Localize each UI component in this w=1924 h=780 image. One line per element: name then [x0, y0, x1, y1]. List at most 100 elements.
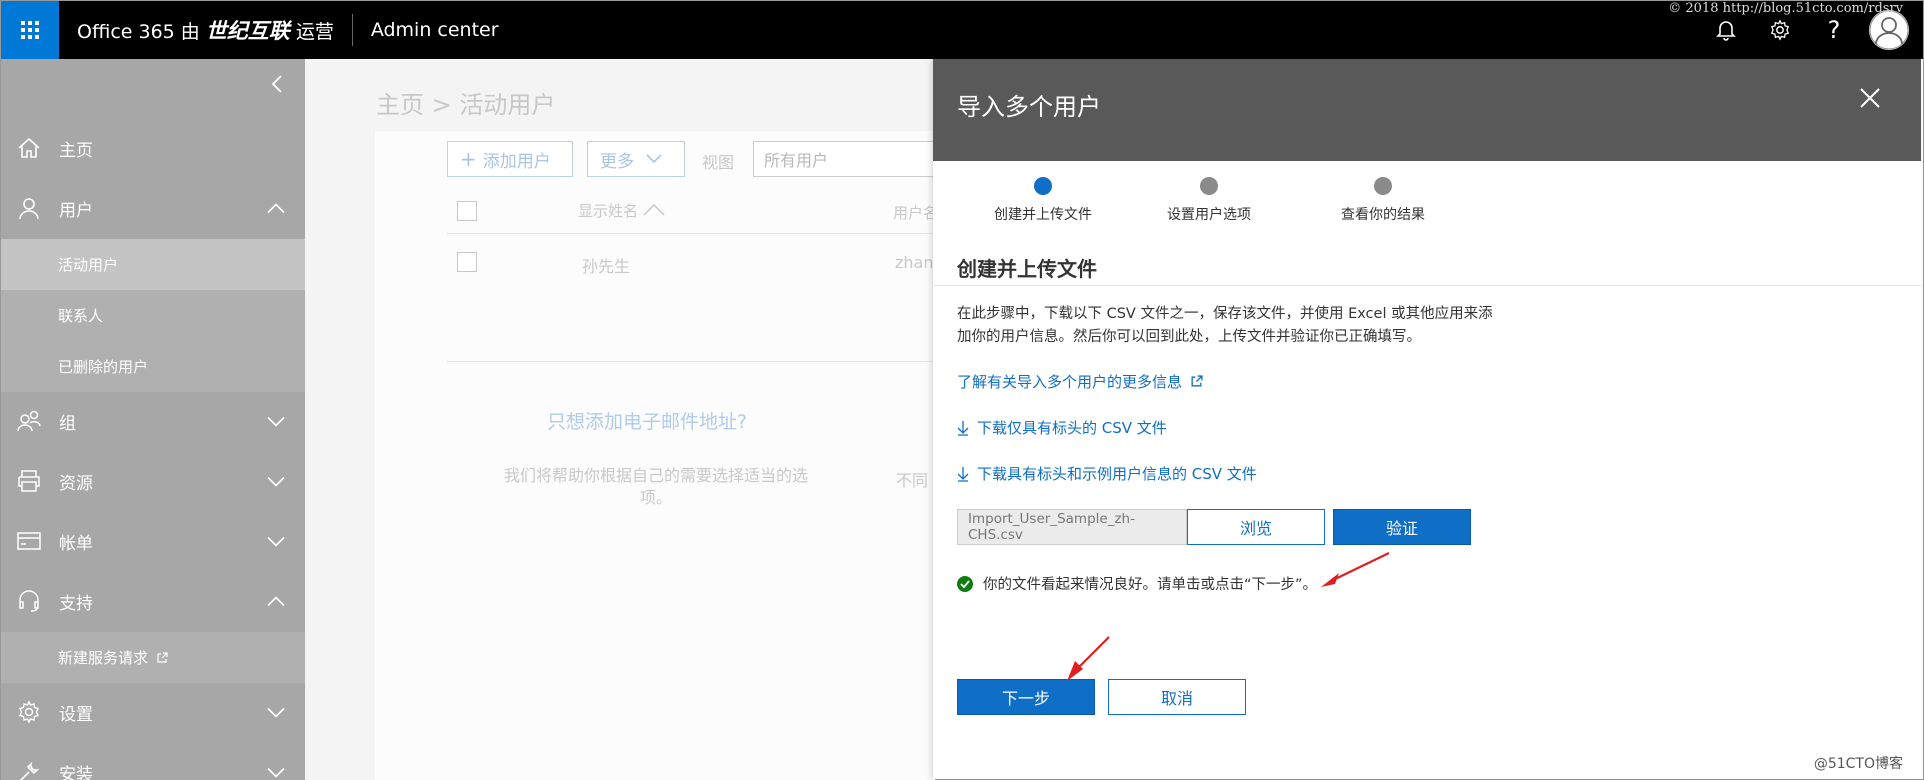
sidebar-item-groups[interactable]: 组 [1, 392, 305, 450]
step-indicator-active [1034, 177, 1052, 195]
sidebar-item-label: 主页 [59, 140, 93, 161]
promo-description-line: 我们将帮助你根据自己的需要选择适当的选 [503, 466, 808, 485]
add-user-button[interactable]: + 添加用户 [447, 141, 573, 177]
wrench-icon [15, 760, 43, 780]
sidebar-subitem-new-service-request[interactable]: 新建服务请求 [1, 632, 305, 683]
plus-icon: + [460, 147, 477, 171]
top-bar: Office 365 由 世纪互联 运营 Admin center ? © 20… [1, 1, 1923, 59]
chevron-up-icon [267, 199, 285, 218]
more-label: 更多 [600, 151, 634, 172]
add-user-label: 添加用户 [482, 151, 551, 172]
sidebar-item-resources[interactable]: 资源 [1, 452, 305, 510]
person-icon [1869, 10, 1909, 50]
close-icon [1860, 88, 1880, 108]
chevron-left-icon [271, 75, 282, 93]
step-view-results: 查看你的结果 [1328, 177, 1438, 224]
chevron-down-icon [646, 154, 662, 164]
topbar-divider [351, 14, 353, 46]
cancel-button[interactable]: 取消 [1108, 679, 1246, 715]
card-icon [15, 531, 43, 551]
verify-button[interactable]: 验证 [1333, 509, 1471, 545]
app-launcher-button[interactable] [1, 1, 59, 59]
download-sample-csv-link[interactable]: 下载具有标头和示例用户信息的 CSV 文件 [957, 463, 1257, 484]
sidebar-item-label: 安装 [59, 764, 93, 780]
flyout-title: 导入多个用户 [957, 93, 1101, 121]
section-title: 创建并上传文件 [957, 257, 1097, 281]
selected-file-field[interactable]: Import_User_Sample_zh-CHS.csv [957, 509, 1187, 545]
sidebar-subitem-active-users[interactable]: 活动用户 [1, 239, 305, 290]
more-button[interactable]: 更多 [587, 141, 685, 177]
brand-logo-text: 世纪互联 [205, 19, 290, 43]
instructions: 在此步骤中，下载以下 CSV 文件之一，保存该文件，并使用 Excel 或其他应… [957, 303, 1517, 349]
breadcrumb[interactable]: 主页 > 活动用户 [376, 85, 555, 120]
browse-button[interactable]: 浏览 [1187, 509, 1325, 545]
sidebar: 主页 用户 活动用户 联系人 已删除的用户 组 资源 帐单 支持 新建服务请求 [1, 59, 305, 780]
select-all-checkbox[interactable] [457, 201, 477, 221]
sidebar-subitem-label: 联系人 [58, 307, 104, 325]
next-button[interactable]: 下一步 [957, 679, 1095, 715]
question-icon: ? [1827, 16, 1841, 44]
group-icon [15, 409, 43, 433]
row-display-name[interactable]: 孙先生 [582, 253, 630, 277]
sidebar-item-label: 资源 [59, 473, 93, 494]
promo-description: 我们将帮助你根据自己的需要选择适当的选 项。 [471, 465, 841, 509]
external-link-icon [1191, 375, 1203, 387]
row-username: zhan [895, 253, 934, 272]
close-button[interactable] [1859, 87, 1881, 113]
check-circle-icon [957, 575, 973, 592]
sidebar-item-support[interactable]: 支持 [1, 572, 305, 630]
promo-description-line: 项。 [639, 488, 672, 507]
headset-icon [15, 589, 43, 613]
add-email-only-link[interactable]: 只想添加电子邮件地址? [547, 407, 747, 434]
row-checkbox[interactable] [457, 252, 477, 272]
learn-more-label: 了解有关导入多个用户的更多信息 [957, 373, 1183, 391]
sidebar-item-home[interactable]: 主页 [1, 119, 305, 177]
step-label: 设置用户选项 [1167, 207, 1251, 223]
view-select[interactable]: 所有用户 [753, 141, 943, 177]
gear-icon [15, 700, 43, 724]
brand-suffix: 运营 [295, 20, 334, 43]
sidebar-item-setup[interactable]: 安装 [1, 743, 305, 780]
chevron-down-icon [267, 412, 285, 431]
column-header-username[interactable]: 用户名 [893, 202, 938, 223]
collapse-sidebar-button[interactable] [271, 75, 283, 97]
chevron-down-icon [267, 763, 285, 780]
promo-description-right: 不同 [896, 471, 929, 490]
step-create-upload: 创建并上传文件 [985, 177, 1101, 224]
download-headers-label: 下载仅具有标头的 CSV 文件 [977, 419, 1167, 437]
sidebar-item-settings[interactable]: 设置 [1, 683, 305, 741]
header-divider [447, 233, 933, 234]
column-header-label: 显示姓名 [578, 202, 639, 220]
import-users-flyout: 导入多个用户 创建并上传文件 设置用户选项 查看你的结果 创建并上传文件 在此步… [933, 59, 1921, 779]
chevron-down-icon [267, 532, 285, 551]
waffle-icon [21, 21, 39, 39]
validation-status-text: 你的文件看起来情况良好。请单击或点击“下一步”。 [983, 577, 1318, 593]
sidebar-item-label: 组 [59, 413, 76, 434]
external-link-icon [157, 651, 168, 663]
step-user-options: 设置用户选项 [1157, 177, 1261, 224]
sidebar-subitem-contacts[interactable]: 联系人 [1, 290, 305, 341]
bell-icon [1716, 21, 1736, 41]
column-header-display-name[interactable]: 显示姓名 [578, 200, 665, 221]
sidebar-subitem-deleted-users[interactable]: 已删除的用户 [1, 341, 305, 392]
app-title: Admin center [370, 19, 499, 41]
learn-more-link[interactable]: 了解有关导入多个用户的更多信息 [957, 371, 1203, 392]
chevron-down-icon [267, 472, 285, 491]
sidebar-subitem-label: 已删除的用户 [58, 358, 149, 376]
sidebar-item-label: 用户 [59, 200, 93, 221]
instructions-line: 加你的用户信息。然后你可以回到此处，上传文件并验证你已正确填写。 [957, 329, 1421, 345]
flyout-header: 导入多个用户 [933, 59, 1921, 161]
sidebar-item-users[interactable]: 用户 [1, 179, 305, 237]
brand-prefix: Office 365 由 [77, 20, 200, 43]
step-label: 创建并上传文件 [994, 207, 1092, 223]
chevron-down-icon [267, 703, 285, 722]
sidebar-item-billing[interactable]: 帐单 [1, 512, 305, 570]
view-label: 视图 [702, 153, 735, 172]
download-icon [957, 466, 969, 482]
avatar[interactable] [1869, 10, 1909, 50]
step-indicator [1200, 177, 1218, 195]
sort-ascending-icon [643, 203, 665, 216]
chevron-up-icon [267, 592, 285, 611]
download-headers-csv-link[interactable]: 下载仅具有标头的 CSV 文件 [957, 417, 1167, 438]
download-sample-label: 下载具有标头和示例用户信息的 CSV 文件 [977, 465, 1257, 483]
